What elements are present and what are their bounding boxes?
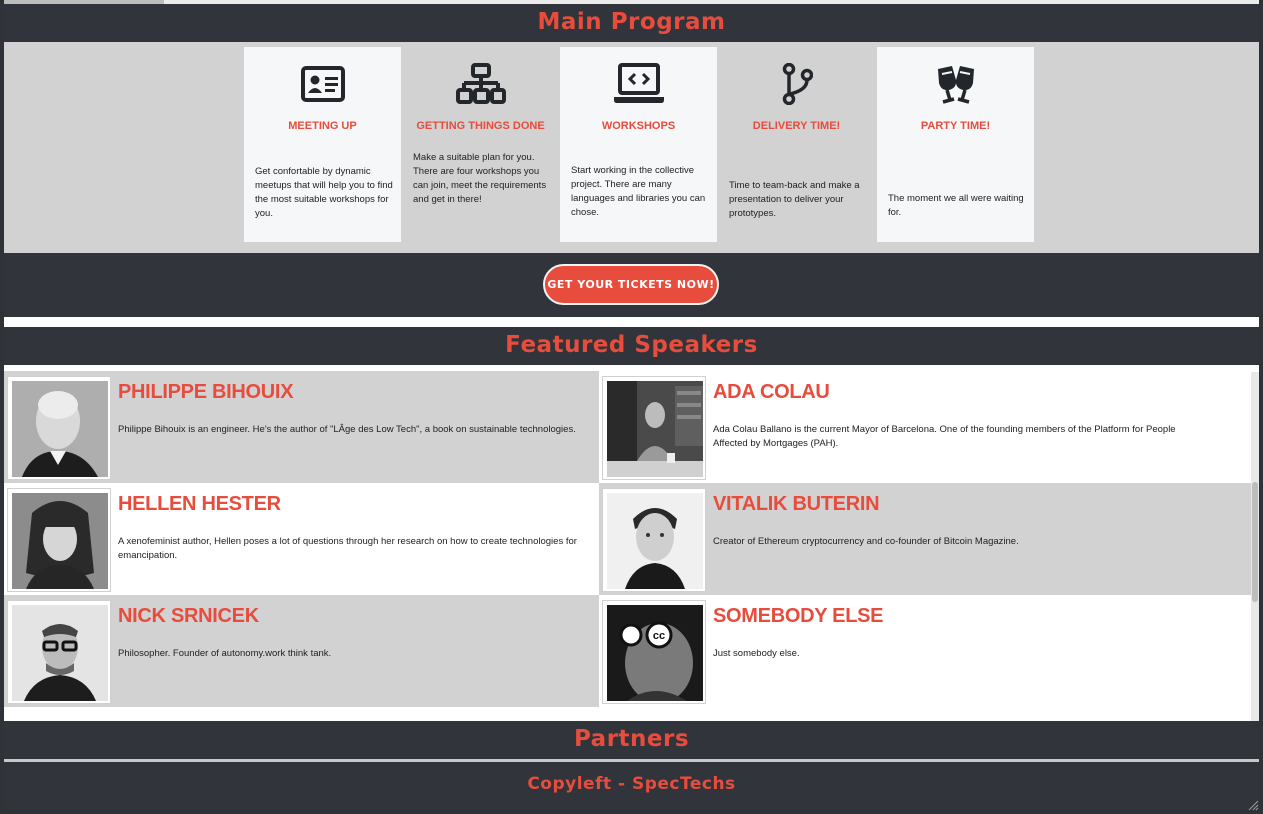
speaker-card-philippe-bihouix: PHILIPPE BIHOUIX Philippe Bihouix is an …: [4, 371, 599, 483]
speaker-bio: Philosopher. Founder of autonomy.work th…: [118, 648, 332, 659]
speaker-photo: cc: [607, 605, 703, 701]
speaker-card-ada-colau: ADA COLAU Ada Colau Ballano is the curre…: [599, 371, 1251, 483]
section-spacer: [4, 317, 1259, 327]
get-tickets-button[interactable]: GET YOUR TICKETS NOW!: [543, 264, 719, 305]
scrollbar-thumb[interactable]: [1252, 482, 1258, 602]
id-card-icon: [244, 63, 401, 105]
program-card-title: GETTING THINGS DONE: [416, 120, 545, 132]
speaker-photo: [12, 493, 108, 589]
resize-grip-icon[interactable]: [1247, 798, 1259, 811]
footer-copyleft: Copyleft - SpecTechs: [4, 762, 1259, 810]
speaker-photo-frame: [7, 600, 111, 704]
speakers-grid: PHILIPPE BIHOUIX Philippe Bihouix is an …: [4, 365, 1259, 721]
partners-heading: Partners: [4, 721, 1259, 759]
program-card-title: PARTY TIME!: [920, 120, 991, 132]
svg-text:cc: cc: [653, 630, 665, 642]
program-card-title: DELIVERY TIME!: [752, 120, 841, 132]
speaker-name: HELLEN HESTER: [118, 493, 281, 515]
speaker-photo-frame: [602, 488, 706, 592]
ticket-section: GET YOUR TICKETS NOW!: [4, 253, 1259, 317]
program-card-party-time: PARTY TIME! The moment we all were waiti…: [877, 47, 1034, 242]
glass-cheers-icon: [877, 63, 1034, 105]
speaker-photo: [12, 381, 108, 477]
speaker-card-nick-srnicek: NICK SRNICEK Philosopher. Founder of aut…: [4, 595, 599, 707]
program-card-workshops: WORKSHOPS Start working in the collectiv…: [560, 47, 717, 242]
program-card-desc: Start working in the collective project.…: [571, 165, 706, 218]
program-card-title: MEETING UP: [288, 120, 357, 132]
program-card-desc: The moment we all were waiting for.: [888, 193, 1024, 218]
featured-speakers-heading: Featured Speakers: [4, 327, 1259, 365]
speaker-card-vitalik-buterin: VITALIK BUTERIN Creator of Ethereum cryp…: [599, 483, 1251, 595]
speaker-name: NICK SRNICEK: [118, 605, 259, 627]
main-program-heading: Main Program: [4, 4, 1259, 42]
speaker-photo: [607, 381, 703, 477]
speakers-scrollbar[interactable]: [1251, 372, 1259, 726]
code-branch-icon: [718, 63, 875, 105]
speaker-card-hellen-hester: HELLEN HESTER A xenofeminist author, Hel…: [4, 483, 599, 595]
sitemap-icon: [402, 63, 559, 105]
program-section: MEETING UP Get confortable by dynamic me…: [4, 42, 1259, 253]
speaker-bio: Philippe Bihouix is an engineer. He's th…: [118, 424, 576, 435]
speaker-bio: Just somebody else.: [713, 648, 800, 659]
speaker-photo-frame: [7, 376, 111, 480]
speaker-name: SOMEBODY ELSE: [713, 605, 884, 627]
speaker-bio: Ada Colau Ballano is the current Mayor o…: [713, 424, 1176, 449]
speaker-photo: [607, 493, 703, 589]
speaker-photo-frame: cc: [602, 600, 706, 704]
program-card-desc: Make a suitable plan for you. There are …: [413, 152, 547, 205]
speaker-bio: A xenofeminist author, Hellen poses a lo…: [118, 536, 577, 561]
program-card-getting-things-done: GETTING THINGS DONE Make a suitable plan…: [402, 47, 559, 242]
program-card-title: WORKSHOPS: [601, 120, 676, 132]
program-card-desc: Get confortable by dynamic meetups that …: [255, 166, 393, 219]
speaker-photo: [12, 605, 108, 701]
speaker-name: ADA COLAU: [713, 381, 830, 403]
program-card-desc: Time to team-back and make a presentatio…: [729, 180, 860, 219]
program-card-meeting-up: MEETING UP Get confortable by dynamic me…: [244, 47, 401, 242]
laptop-code-icon: [560, 63, 717, 105]
speaker-name: PHILIPPE BIHOUIX: [118, 381, 294, 403]
speaker-name: VITALIK BUTERIN: [713, 493, 880, 515]
speaker-photo-frame: [7, 488, 111, 592]
speaker-card-somebody-else: cc SOMEBODY ELSE Just somebody else.: [599, 595, 1251, 707]
program-card-delivery-time: DELIVERY TIME! Time to team-back and mak…: [718, 47, 875, 242]
speaker-photo-frame: [602, 376, 706, 480]
speaker-bio: Creator of Ethereum cryptocurrency and c…: [713, 536, 1019, 547]
